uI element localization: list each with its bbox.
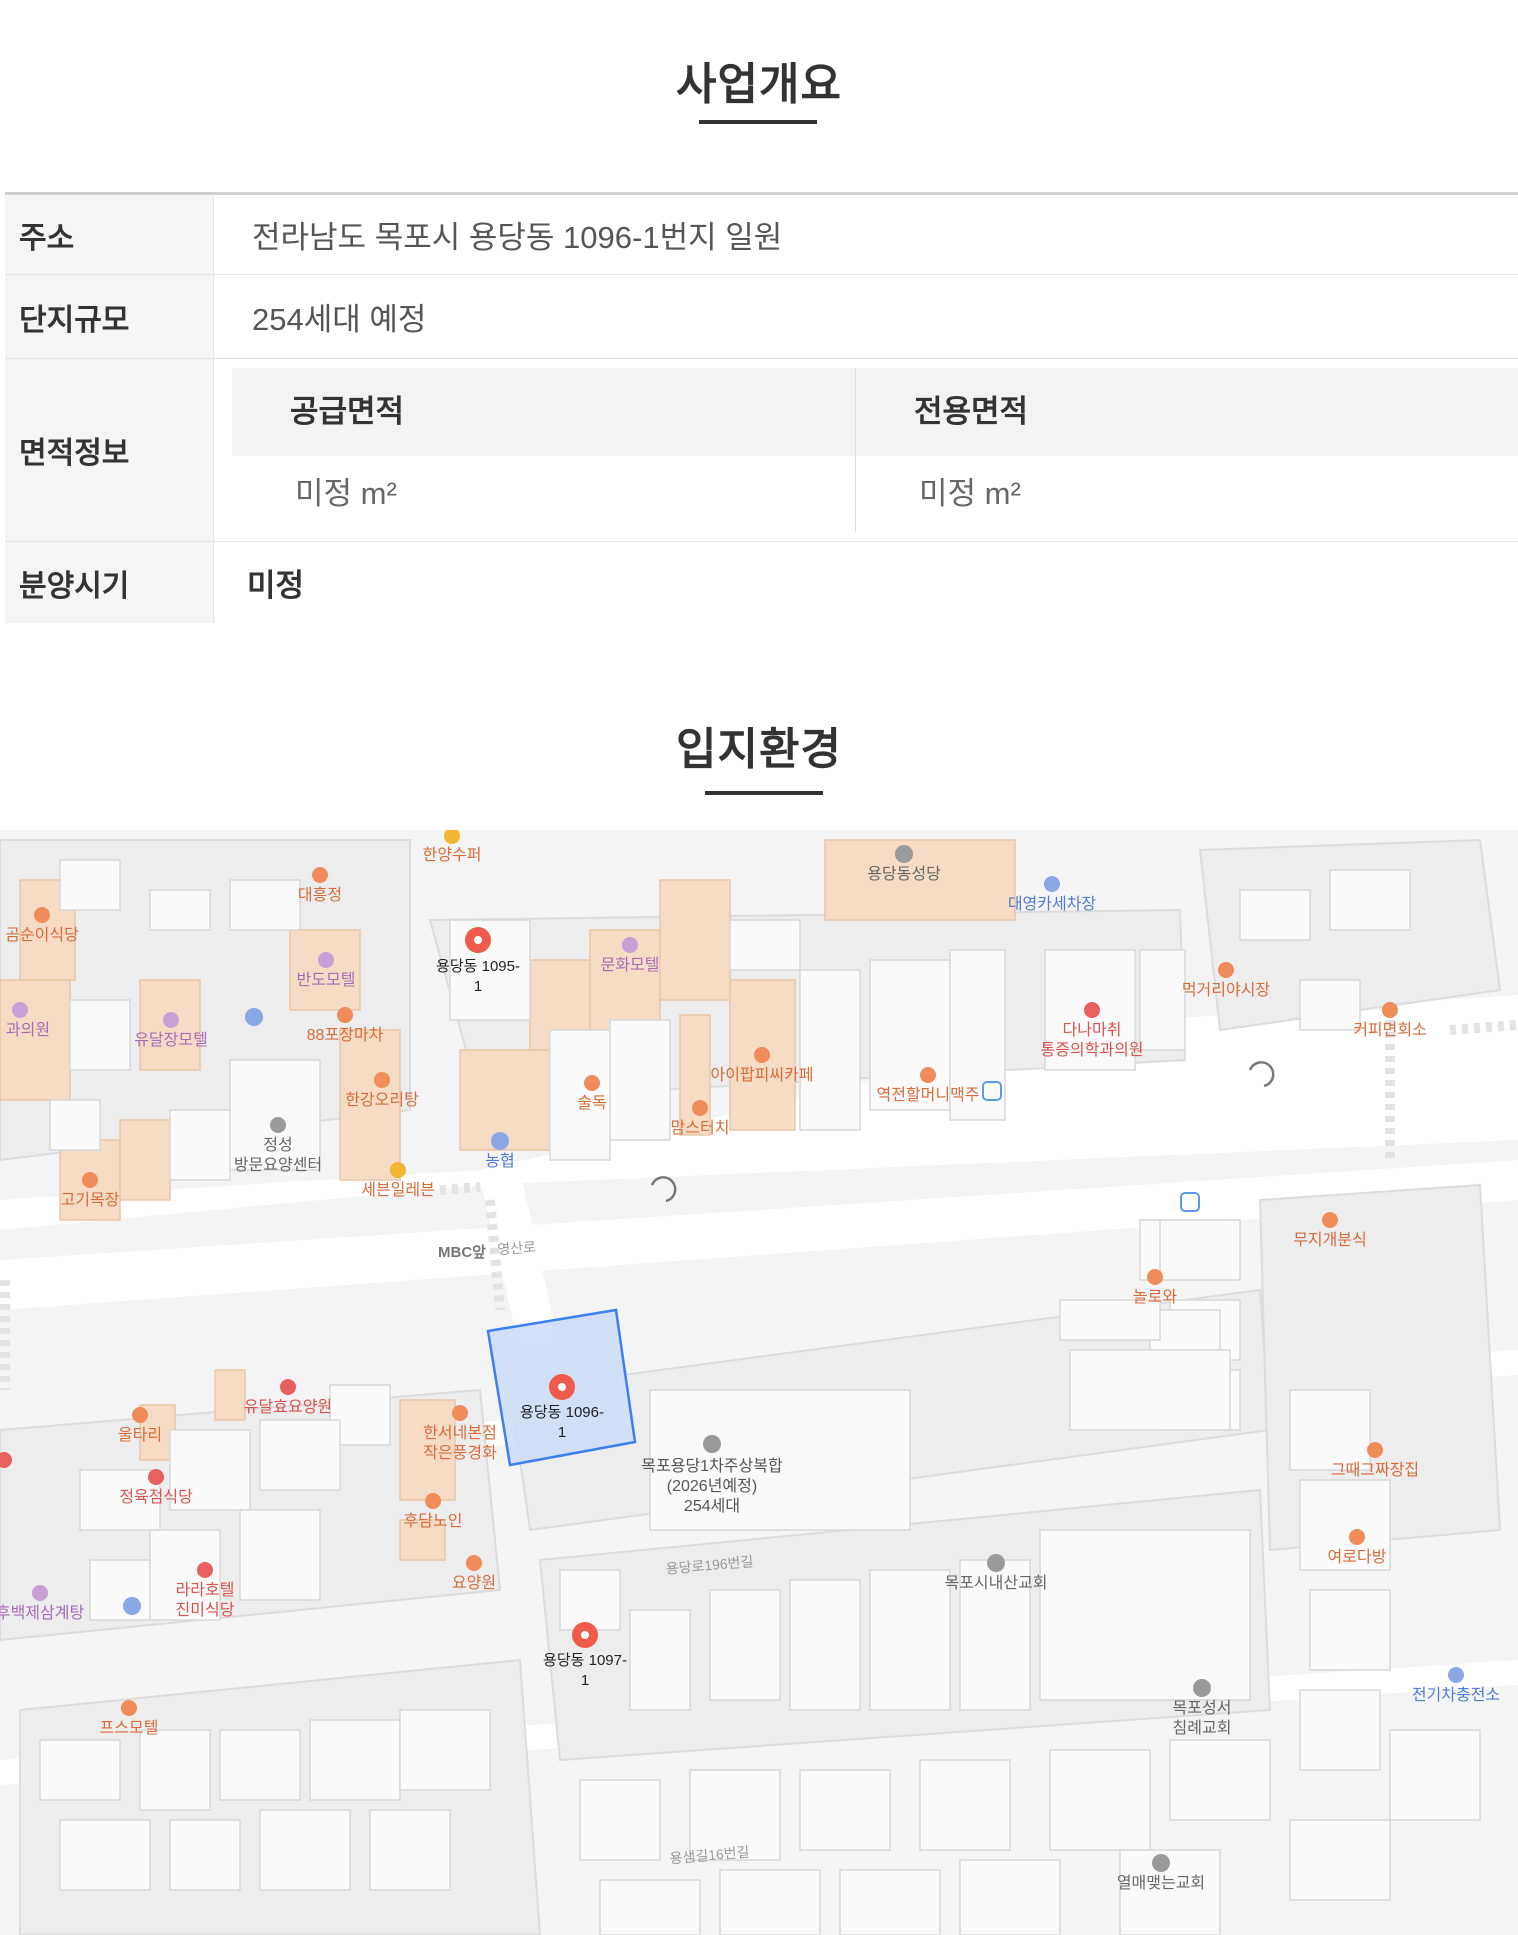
- poi-label: 열매맺는교회: [1117, 1874, 1205, 1892]
- poi-label: 세븐일레븐: [361, 1181, 435, 1199]
- poi-label: 진미식당: [176, 1601, 235, 1619]
- poi-label: 라라호텔: [176, 1581, 235, 1599]
- poi-label: 목포성서: [1173, 1699, 1232, 1717]
- poi-label: 한서네본점: [423, 1424, 497, 1442]
- poi-label: 문화모텔: [601, 956, 660, 974]
- poi-label: 울타리: [118, 1426, 162, 1444]
- row-sale: 분양시기 미정: [5, 542, 1518, 623]
- poi-label: 작은풍경화: [423, 1444, 497, 1462]
- location-title: 입지환경: [676, 725, 842, 774]
- area-divider: [855, 368, 856, 532]
- area-label: 면적정보: [5, 359, 214, 541]
- marker-1095-label-1: 용당동 1095-: [436, 958, 520, 975]
- poi-label: 목포시내산교회: [944, 1574, 1047, 1592]
- poi-label: 한강오리탕: [345, 1091, 419, 1109]
- poi-label: 유달효요양원: [244, 1398, 332, 1416]
- poi-label: 아이팝피씨카페: [710, 1066, 813, 1084]
- poi-label: 통증의학과의원: [1040, 1041, 1143, 1059]
- poi-label: 맘스터치: [671, 1119, 730, 1137]
- poi-label: 한양수퍼: [423, 846, 482, 864]
- sale-label: 분양시기: [5, 542, 214, 623]
- poi-label: 무지개분식: [1293, 1231, 1367, 1249]
- marker-1097-1[interactable]: [572, 1622, 598, 1648]
- supply-area-label: 공급면적: [290, 394, 405, 429]
- exclusive-area-value: 미정 m²: [919, 476, 1021, 511]
- poi-label: 방문요양센터: [234, 1156, 322, 1174]
- poi-label: 다나마취: [1063, 1021, 1122, 1039]
- scale-label: 단지규모: [5, 275, 214, 358]
- marker-1096-label-1: 용당동 1096-: [520, 1404, 604, 1421]
- poi-label: 후백제삼계탕: [0, 1604, 84, 1622]
- complex-label-3: 254세대: [684, 1497, 740, 1515]
- poi-label: 먹거리야시장: [1182, 981, 1271, 999]
- road-label-mbc: MBC앞: [438, 1243, 486, 1261]
- marker-1097-label-1: 용당동 1097-: [543, 1652, 627, 1669]
- poi-label: 88포장마차: [307, 1026, 384, 1044]
- poi-label: 침례교회: [1173, 1719, 1232, 1737]
- poi-label: 곰순이식당: [5, 926, 79, 944]
- poi-label: 유달장모텔: [134, 1031, 208, 1049]
- poi-label: 요양원: [452, 1574, 496, 1592]
- marker-1095-1[interactable]: [465, 927, 491, 953]
- poi-label: 그때그짜장집: [1331, 1461, 1419, 1479]
- marker-1096-label-2: 1: [558, 1424, 566, 1441]
- poi-label: 프스모텔: [100, 1719, 159, 1737]
- poi-label: 용당동성당: [867, 865, 941, 883]
- poi-label: 정육점식당: [119, 1488, 193, 1506]
- address-value: 전라남도 목포시 용당동 1096-1번지 일원: [252, 220, 783, 255]
- poi-label: 대흥정: [298, 886, 342, 904]
- poi-label: 농협: [485, 1152, 514, 1170]
- marker-1096-1[interactable]: [549, 1374, 575, 1400]
- row-area: 면적정보 공급면적 전용면적 미정 m² 미정 m²: [5, 359, 1518, 542]
- complex-label-1: 목포용당1차주상복합: [641, 1457, 783, 1475]
- location-map[interactable]: 용당동 1095- 1 용당동 1096- 1 용당동 1097- 1 목포용당…: [0, 830, 1518, 1935]
- area-subtable-header: [232, 368, 1518, 456]
- scale-value: 254세대 예정: [252, 302, 427, 337]
- poi-label: 놀로와: [1133, 1288, 1177, 1306]
- poi-label: 술독: [577, 1094, 606, 1112]
- marker-1097-label-2: 1: [581, 1672, 589, 1689]
- row-address: 주소 전라남도 목포시 용당동 1096-1번지 일원: [5, 195, 1518, 275]
- road-label-16: 용샘길16번길: [669, 1844, 750, 1867]
- poi-label: 고기목장: [61, 1191, 120, 1209]
- location-title-underline: [705, 791, 823, 795]
- exclusive-area-label: 전용면적: [914, 394, 1029, 429]
- overview-table: 주소 전라남도 목포시 용당동 1096-1번지 일원 단지규모 254세대 예…: [5, 192, 1518, 623]
- overview-title: 사업개요: [676, 60, 842, 109]
- map-canvas[interactable]: 용당동 1095- 1 용당동 1096- 1 용당동 1097- 1 목포용당…: [0, 830, 1518, 1935]
- poi-label: 커피면회소: [1353, 1021, 1427, 1039]
- poi-label: 정성: [263, 1136, 292, 1154]
- poi-label: 후담노인: [404, 1512, 463, 1530]
- marker-1095-label-2: 1: [474, 978, 482, 995]
- complex-label-2: (2026년예정): [667, 1477, 757, 1495]
- overview-title-underline: [699, 120, 817, 124]
- address-label: 주소: [5, 195, 214, 274]
- poi-label: 대영카세차장: [1008, 895, 1097, 913]
- row-scale: 단지규모 254세대 예정: [5, 275, 1518, 359]
- poi-label: 과의원: [6, 1021, 50, 1039]
- area-subtable: 공급면적 전용면적 미정 m² 미정 m²: [232, 368, 1518, 532]
- poi-label: 전기차충전소: [1412, 1686, 1500, 1704]
- supply-area-value: 미정 m²: [295, 476, 397, 511]
- sale-value: 미정: [247, 568, 305, 603]
- poi-label: 역전할머니맥주: [876, 1086, 979, 1104]
- poi-label: 반도모텔: [297, 971, 356, 989]
- poi-label: 여로다방: [1328, 1548, 1387, 1566]
- road-label-yeongsan: 영산로: [497, 1239, 537, 1258]
